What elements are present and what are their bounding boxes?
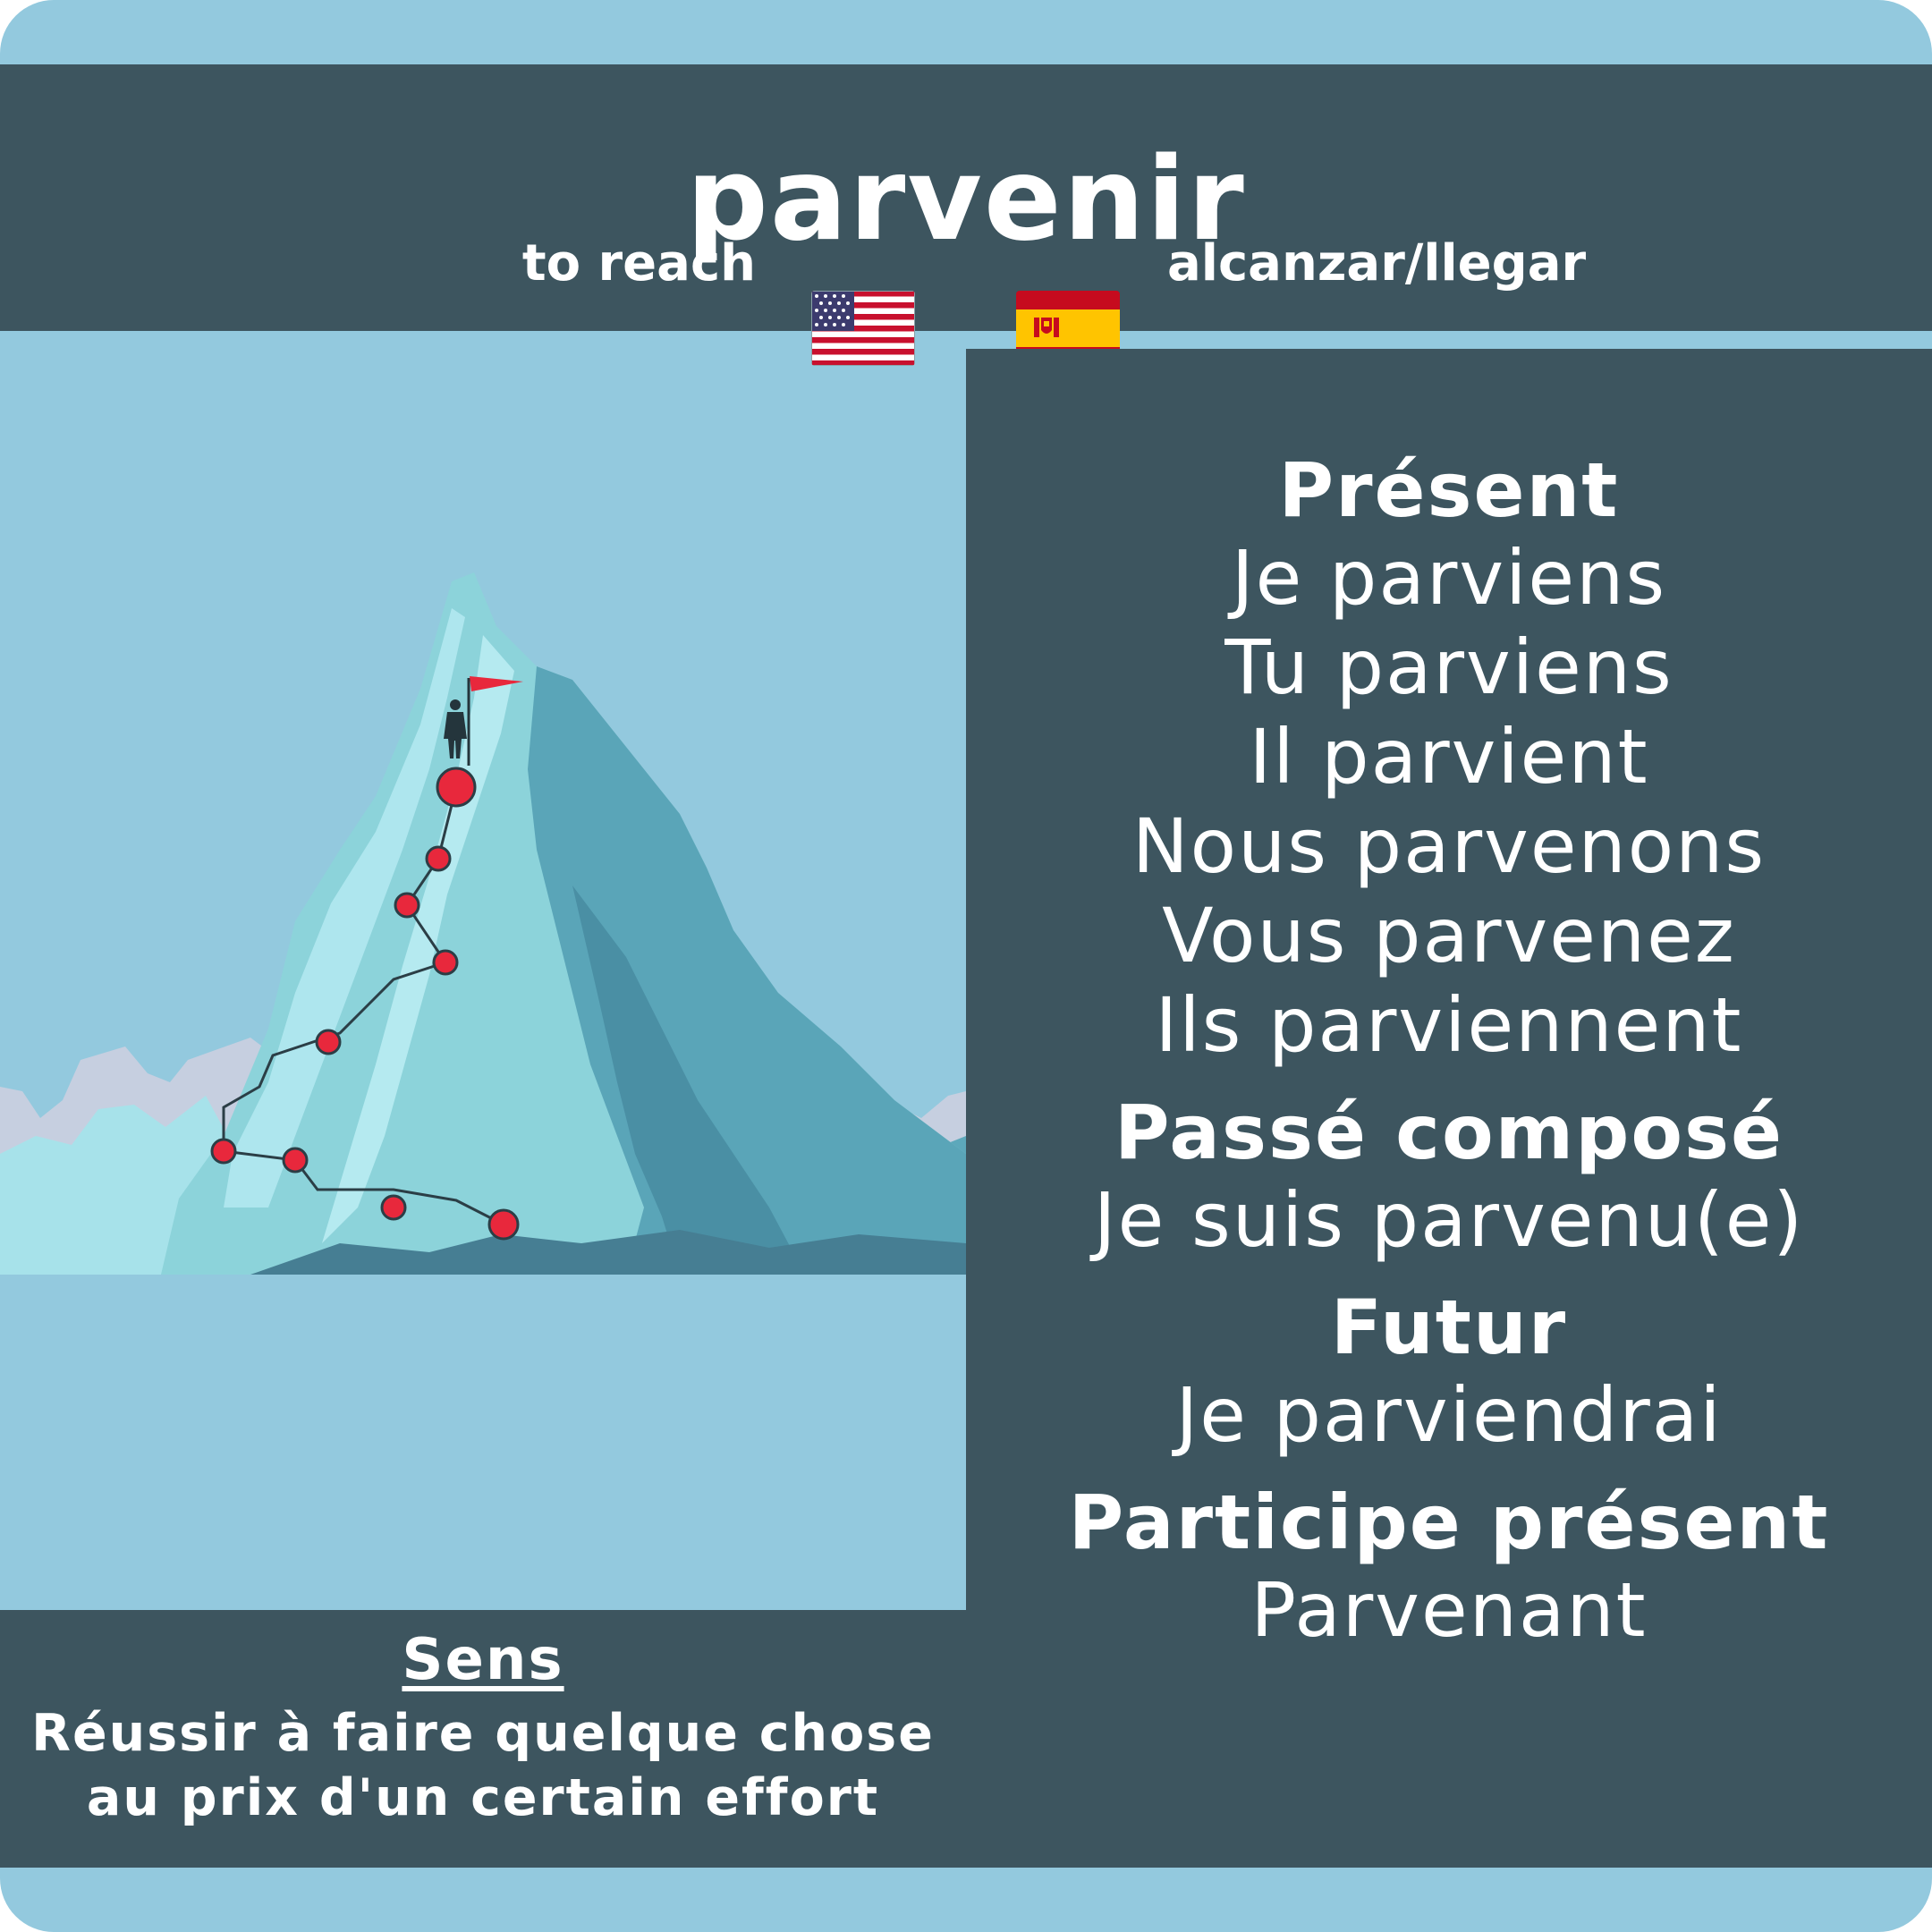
present-form-je: Je parviens — [1231, 534, 1667, 622]
present-section: Présent Je parviens Tu parviens Il parvi… — [966, 447, 1932, 1070]
meaning-title: Sens — [402, 1627, 564, 1693]
mountain-summit-climber-icon — [0, 572, 966, 1275]
header-bar: parvenir to reach alcanzar/llegar — [0, 64, 1932, 366]
present-form-ils: Ils parviennent — [1155, 981, 1743, 1069]
participe-present-form: Parvenant — [1250, 1566, 1648, 1654]
futur-title: Futur — [1330, 1284, 1568, 1371]
participe-present-section: Participe présent Parvenant — [966, 1479, 1932, 1655]
present-title: Présent — [1278, 446, 1620, 534]
spanish-translation: alcanzar/llegar — [1167, 234, 1587, 292]
conjugation-panel: Présent Je parviens Tu parviens Il parvi… — [966, 349, 1932, 1868]
present-form-vous: Vous parvenez — [1162, 892, 1736, 979]
futur-form: Je parviendrai — [1175, 1371, 1723, 1459]
english-translation: to reach — [521, 234, 756, 292]
meaning-box: Sens Réussir à faire quelque chose au pr… — [0, 1610, 966, 1868]
present-form-il: Il parvient — [1249, 713, 1649, 801]
passe-compose-section: Passé composé Je suis parvenu(e) — [966, 1089, 1932, 1265]
passe-compose-title: Passé composé — [1114, 1089, 1784, 1176]
participe-present-title: Participe présent — [1068, 1479, 1830, 1566]
present-form-tu: Tu parviens — [1224, 623, 1674, 711]
flashcard: parvenir to reach alcanzar/llegar Présen… — [0, 0, 1932, 1932]
verb-title: parvenir — [686, 133, 1246, 267]
meaning-text: Réussir à faire quelque chose au prix d'… — [31, 1704, 935, 1827]
passe-compose-form: Je suis parvenu(e) — [1093, 1176, 1805, 1264]
futur-section: Futur Je parviendrai — [966, 1284, 1932, 1460]
present-form-nous: Nous parvenons — [1131, 802, 1767, 890]
